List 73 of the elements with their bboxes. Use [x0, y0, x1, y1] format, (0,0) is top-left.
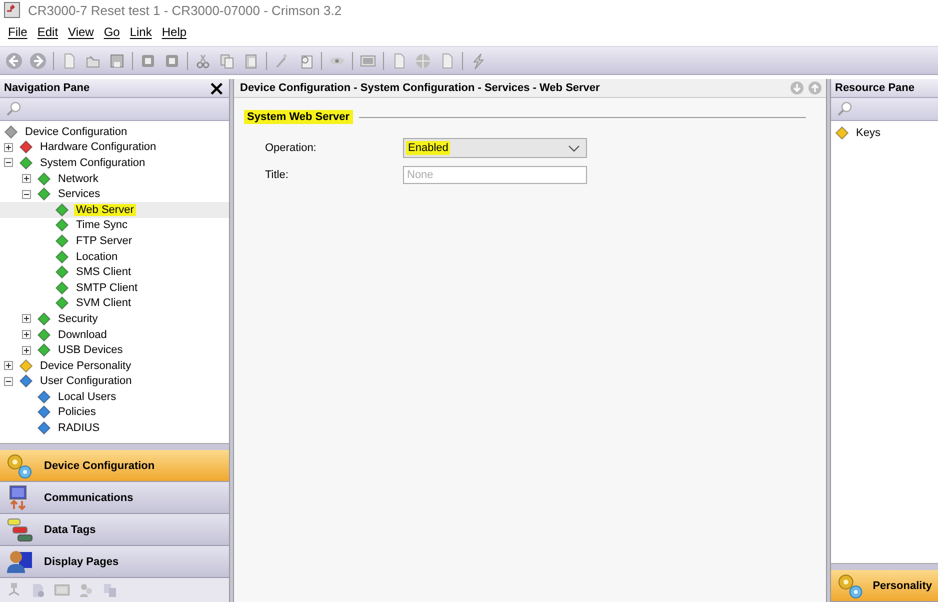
people-icon[interactable] [78, 582, 94, 598]
tree-item[interactable]: System Configuration [38, 156, 148, 169]
category-button[interactable]: Personality [831, 570, 938, 602]
expand-icon[interactable] [22, 346, 31, 355]
menu-item[interactable]: Link [126, 25, 158, 39]
expand-icon[interactable] [22, 330, 31, 340]
tree-item[interactable]: Network [56, 172, 100, 185]
input-field[interactable]: None [403, 166, 587, 184]
tree-item[interactable]: SVM Client [74, 297, 134, 310]
save-button[interactable] [108, 52, 126, 70]
tree-item[interactable]: Device Personality [38, 360, 134, 372]
category-button[interactable]: Device Configuration [0, 450, 229, 482]
search-icon[interactable] [6, 101, 22, 117]
tree-item[interactable]: SMTP Client [74, 282, 140, 294]
field-label: Title: [265, 169, 290, 181]
collapse-icon[interactable] [4, 376, 13, 386]
forward-button[interactable] [29, 52, 47, 70]
tree-item[interactable]: Time Sync [74, 219, 130, 232]
gears-icon [837, 572, 865, 598]
expand-icon[interactable] [4, 142, 13, 152]
resource-item[interactable]: Keys [854, 126, 882, 139]
splitter-handle[interactable] [0, 443, 229, 450]
splitter-handle[interactable] [831, 563, 938, 570]
menu-item[interactable]: Go [100, 25, 126, 39]
tags-icon [6, 516, 34, 542]
field-label: Operation: [265, 142, 318, 154]
search-icon[interactable] [837, 101, 853, 117]
copy-button[interactable] [218, 52, 236, 70]
tree-item[interactable]: Services [56, 188, 102, 200]
tree-item[interactable]: Location [74, 250, 120, 263]
tree-item[interactable]: Device Configuration [23, 126, 130, 138]
tree-item[interactable]: RADIUS [56, 422, 102, 434]
collapse-icon[interactable] [22, 190, 31, 199]
chevron-down-icon [568, 144, 580, 152]
menu-item[interactable]: Edit [33, 25, 64, 39]
tree-item[interactable]: Security [56, 312, 100, 325]
tree-item[interactable]: SMS Client [74, 266, 134, 278]
window-title: CR3000-7 Reset test 1 - CR3000-07000 - Crimson 3.2 [28, 2, 342, 18]
globe-button[interactable] [414, 52, 432, 70]
tree-item[interactable]: USB Devices [56, 344, 125, 356]
back-button[interactable] [5, 52, 23, 70]
document-icon[interactable] [30, 582, 46, 598]
app-icon [4, 2, 20, 18]
tree-item[interactable]: Local Users [56, 390, 118, 403]
menu-item[interactable]: File [4, 25, 34, 39]
down-arrow-button[interactable] [790, 81, 804, 95]
expand-icon[interactable] [22, 174, 31, 184]
person-icon [6, 548, 34, 574]
up-arrow-button[interactable] [808, 81, 822, 95]
category-button[interactable]: Display Pages [0, 546, 229, 578]
expand-icon[interactable] [22, 314, 31, 324]
expand-icon[interactable] [4, 361, 13, 370]
dropdown[interactable]: Enabled [403, 138, 587, 158]
pages-icon[interactable] [102, 582, 118, 598]
section-title: System Web Server [244, 110, 353, 124]
gears-icon [6, 452, 34, 478]
menu-item[interactable]: View [64, 25, 100, 39]
pane-title: Resource Pane [835, 82, 914, 94]
tree-item[interactable]: Web Server [74, 204, 136, 216]
tree-item[interactable]: FTP Server [74, 234, 134, 247]
picture-frame-icon[interactable] [54, 582, 70, 598]
breadcrumb: Device Configuration - System Configuration - Services - Web Server [240, 82, 600, 94]
collapse-icon[interactable] [4, 158, 13, 168]
tree-item[interactable]: Policies [56, 406, 98, 418]
category-button[interactable]: Data Tags [0, 514, 229, 546]
category-button[interactable]: Communications [0, 482, 229, 514]
pane-title: Navigation Pane [4, 82, 90, 94]
tree-item[interactable]: User Configuration [38, 375, 134, 388]
tree-item[interactable]: Download [56, 328, 109, 341]
close-button[interactable]: × [208, 80, 225, 96]
tree-item[interactable]: Hardware Configuration [38, 141, 158, 154]
network-icon[interactable] [6, 582, 22, 598]
menu-item[interactable]: Help [158, 25, 193, 39]
